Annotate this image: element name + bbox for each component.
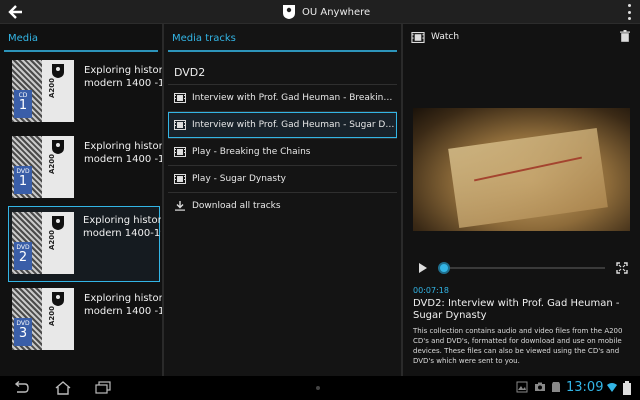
play-icon[interactable] [419,263,427,273]
system-nav-bar: 13:09 [0,376,640,400]
download-all-button[interactable]: Download all tracks [164,193,401,219]
media-item[interactable]: DVD 3 A200 Exploring history:modern 1400… [0,282,162,358]
watch-panel: Watch 00:07:18 DVD2: Interview with Prof… [403,24,640,376]
film-icon [174,147,186,157]
ou-shield-icon [52,140,64,154]
battery-icon [623,381,631,395]
media-panel: Media CD 1 A200 Exploring history:modern… [0,24,162,376]
status-clock: 13:09 [566,380,604,395]
download-icon [175,201,185,211]
track-label: Interview with Prof. Gad Heuman - Sugar … [192,120,396,130]
media-item-title: Exploring history:modern 1400-190 [83,215,161,239]
watch-description: This collection contains audio and video… [413,327,623,365]
playback-controls [413,260,630,276]
watch-title: DVD2: Interview with Prof. Gad Heuman - … [413,298,620,321]
nav-indicator [316,386,320,390]
action-bar: OU Anywhere [0,0,640,24]
app-title-group: OU Anywhere [282,3,370,21]
track-item[interactable]: Play - Sugar Dynasty [164,166,401,192]
fullscreen-icon[interactable] [616,262,628,274]
film-icon [174,174,186,184]
track-item[interactable]: Play - Breaking the Chains [164,139,401,165]
course-code: A200 [48,153,56,174]
media-thumbnail: DVD 3 A200 [12,288,74,350]
wifi-icon [607,383,617,392]
tracks-list: DVD2 Interview with Prof. Gad Heuman - B… [164,54,401,219]
course-code: A200 [48,229,56,250]
nav-home-icon[interactable] [54,381,72,395]
elapsed-time: 00:07:18 [413,286,449,295]
disc-badge: CD 1 [14,90,32,118]
sd-card-icon [552,382,560,392]
gallery-icon [516,381,528,393]
ou-shield-icon [52,216,64,230]
back-arrow-icon[interactable] [6,2,26,22]
media-item-selected[interactable]: DVD 2 A200 Exploring history:modern 1400… [8,206,161,282]
media-item[interactable]: DVD 1 A200 Exploring history:modern 1400… [0,130,162,206]
film-icon [411,31,425,43]
media-thumbnail: DVD 1 A200 [12,136,74,198]
media-list: CD 1 A200 Exploring history:modern 1400 … [0,54,162,358]
ou-logo-icon [283,5,295,19]
tracks-header-underline [168,50,397,52]
video-frame[interactable] [413,108,630,231]
course-code: A200 [48,305,56,326]
course-code: A200 [48,77,56,98]
camera-icon [535,382,545,391]
track-label: Play - Breaking the Chains [192,147,311,157]
disc-badge: DVD 3 [14,318,32,346]
overflow-menu-icon[interactable] [626,4,632,20]
media-item[interactable]: CD 1 A200 Exploring history:modern 1400 … [0,54,162,130]
seek-knob[interactable] [438,262,451,274]
seek-bar[interactable] [441,267,605,269]
disc-badge: DVD 2 [14,242,32,270]
track-item-selected[interactable]: Interview with Prof. Gad Heuman - Sugar … [168,112,397,138]
media-item-title: Exploring history:modern 1400 -19 [84,65,162,89]
download-all-label: Download all tracks [192,201,281,211]
track-item[interactable]: Interview with Prof. Gad Heuman - Breaki… [164,85,401,111]
nav-recents-icon[interactable] [94,381,112,395]
media-item-title: Exploring history:modern 1400 -19 [84,141,162,165]
media-thumbnail: CD 1 A200 [12,60,74,122]
tracks-panel: Media tracks DVD2 Interview with Prof. G… [164,24,401,376]
media-header-underline [4,50,158,52]
media-header: Media [8,33,39,44]
watch-label: Watch [431,32,460,42]
trash-icon[interactable] [620,30,630,42]
media-thumbnail: DVD 2 A200 [12,212,74,274]
watch-header: Watch [411,28,632,46]
nav-back-icon[interactable] [12,381,30,395]
media-item-title: Exploring history:modern 1400 -19 [84,293,162,317]
disc-label: DVD2 [174,66,206,79]
film-icon [174,120,186,130]
app-title: OU Anywhere [302,6,371,18]
film-icon [174,93,186,103]
tracks-header: Media tracks [172,33,236,44]
ou-shield-icon [52,292,64,306]
track-label: Play - Sugar Dynasty [192,174,286,184]
disc-badge: DVD 1 [14,166,32,194]
track-label: Interview with Prof. Gad Heuman - Breaki… [192,93,397,103]
ou-shield-icon [52,64,64,78]
